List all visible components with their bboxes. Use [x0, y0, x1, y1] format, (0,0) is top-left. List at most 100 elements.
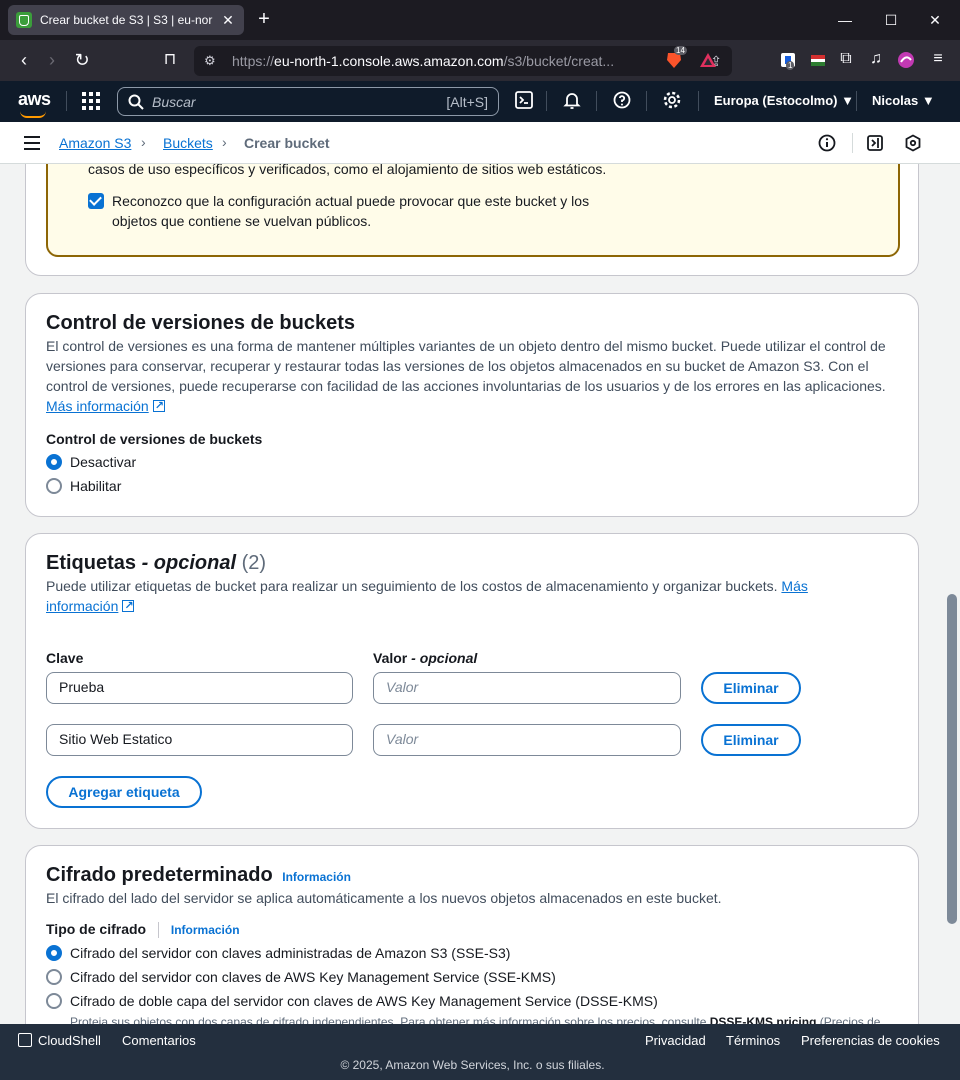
remove-tag-button[interactable]: Eliminar [701, 672, 801, 704]
encryption-title: Cifrado predeterminado Información [46, 864, 351, 886]
tag-key-label: Clave [46, 650, 84, 666]
breadcrumb-amazon-s3[interactable]: Amazon S3 [59, 135, 131, 151]
cloudshell-icon[interactable] [514, 91, 534, 111]
encryption-description: El cifrado del lado del servidor se apli… [46, 890, 722, 906]
brave-rewards-icon[interactable] [698, 50, 718, 70]
browser-tab-bar: Crear bucket de S3 | S3 | eu-nor ✕ + — ☐… [0, 0, 960, 40]
acknowledge-label: Reconozco que la configuración actual pu… [112, 193, 590, 229]
url-text: https://eu-north-1.console.aws.amazon.co… [232, 53, 615, 69]
radio-unselected[interactable] [46, 969, 62, 985]
region-selector[interactable]: Europa (Estocolmo) ▼ [714, 93, 854, 108]
search-input[interactable]: Buscar [Alt+S] [117, 87, 499, 116]
tab-title: Crear bucket de S3 | S3 | eu-nor [40, 13, 213, 27]
radio-selected[interactable] [46, 454, 62, 470]
page-scrollbar-thumb[interactable] [947, 594, 957, 924]
warning-text: casos de uso específicos y verificados, … [88, 164, 607, 177]
extensions-puzzle-icon[interactable]: ⧉ [836, 50, 856, 70]
search-shortcut: [Alt+S] [446, 93, 488, 110]
tags-description: Puede utilizar etiquetas de bucket para … [46, 576, 896, 616]
footer-cloudshell-link[interactable]: CloudShell [38, 1033, 101, 1048]
settings-gear-icon[interactable] [662, 91, 682, 111]
encryption-info-link[interactable]: Información [282, 870, 351, 884]
versioning-more-info-link[interactable]: Más información [46, 396, 165, 416]
security-settings-icon[interactable] [904, 134, 922, 155]
radio-dsse-kms[interactable]: Cifrado de doble capa del servidor con c… [46, 993, 658, 1009]
public-access-warning: casos de uso específicos y verificados, … [46, 164, 900, 257]
divider [66, 91, 67, 111]
s3-favicon-icon [16, 12, 32, 28]
footer-feedback-link[interactable]: Comentarios [122, 1033, 196, 1048]
reload-icon[interactable]: ↻ [70, 48, 94, 72]
services-grid-icon[interactable] [82, 92, 100, 110]
tag-value-input[interactable]: Valor [373, 724, 681, 756]
chevron-right-icon: › [222, 134, 227, 150]
menu-icon[interactable]: ≡ [928, 50, 948, 70]
versioning-title: Control de versiones de buckets [46, 312, 355, 334]
radio-disable-versioning[interactable]: Desactivar [46, 454, 136, 470]
profile-icon[interactable] [896, 50, 916, 70]
dsse-pricing-link[interactable]: DSSE-KMS pricing [710, 1015, 817, 1024]
encryption-type-info-link[interactable]: Información [171, 923, 240, 937]
radio-selected[interactable] [46, 945, 62, 961]
hamburger-menu-icon[interactable] [24, 136, 40, 150]
breadcrumb-current: Crear bucket [244, 135, 330, 151]
aws-top-nav: aws Buscar [Alt+S] Europa (Estocolmo) ▼ … [0, 81, 960, 122]
maximize-icon[interactable]: ☐ [868, 0, 914, 40]
footer-privacy-link[interactable]: Privacidad [645, 1033, 706, 1048]
account-menu[interactable]: Nicolas ▼ [872, 93, 935, 108]
block-public-access-card: casos de uso específicos y verificados, … [25, 164, 919, 276]
window-close-icon[interactable]: ✕ [912, 0, 958, 40]
radio-sse-kms[interactable]: Cifrado del servidor con claves de AWS K… [46, 969, 556, 985]
footer-cookies-link[interactable]: Preferencias de cookies [801, 1033, 940, 1048]
notifications-bell-icon[interactable] [562, 91, 582, 111]
cloudshell-icon [18, 1033, 32, 1047]
default-encryption-card: Cifrado predeterminado Información El ci… [25, 845, 919, 1024]
help-icon[interactable] [612, 91, 632, 111]
radio-unselected[interactable] [46, 993, 62, 1009]
footer-terms-link[interactable]: Términos [726, 1033, 780, 1048]
versioning-card: Control de versiones de buckets El contr… [25, 293, 919, 517]
back-icon[interactable]: ‹ [12, 48, 36, 72]
brave-shield-icon[interactable]: 14 [664, 46, 687, 70]
tag-key-input[interactable]: Prueba [46, 672, 353, 704]
tag-value-label: Valor - opcional [373, 650, 478, 666]
breadcrumb: Amazon S3 › Buckets › Crear bucket [0, 122, 960, 164]
forward-icon[interactable]: › [40, 48, 64, 72]
acknowledge-checkbox[interactable] [88, 193, 104, 209]
tag-value-input[interactable]: Valor [373, 672, 681, 704]
tab-close-icon[interactable]: ✕ [220, 12, 236, 29]
divider [698, 91, 699, 111]
music-icon[interactable]: ♫ [866, 50, 886, 70]
browser-tab[interactable]: Crear bucket de S3 | S3 | eu-nor ✕ [8, 5, 244, 35]
bitwarden-extension-icon[interactable]: 1 [778, 50, 798, 70]
search-placeholder: Buscar [152, 93, 196, 110]
minimize-icon[interactable]: — [822, 0, 868, 40]
tags-title: Etiquetas - opcional (2) [46, 552, 267, 574]
remove-tag-button[interactable]: Eliminar [701, 724, 801, 756]
search-icon [128, 94, 144, 110]
aws-logo[interactable]: aws [18, 89, 51, 118]
browser-nav-bar: ‹ › ↻ ⊓ ⚙ https://eu-north-1.console.aws… [0, 40, 960, 81]
site-settings-icon[interactable]: ⚙ [204, 53, 220, 69]
bookmark-icon[interactable]: ⊓ [158, 48, 182, 72]
tag-key-input[interactable]: Sitio Web Estatico [46, 724, 353, 756]
footer-copyright: © 2025, Amazon Web Services, Inc. o sus … [340, 1058, 605, 1072]
notifications-panel-icon[interactable] [866, 134, 884, 155]
dsse-note: Proteja sus objetos con dos capas de cif… [70, 1012, 900, 1024]
external-link-icon [152, 396, 165, 416]
breadcrumb-buckets[interactable]: Buckets [163, 135, 213, 151]
radio-sse-s3[interactable]: Cifrado del servidor con claves administ… [46, 945, 510, 961]
add-tag-button[interactable]: Agregar etiqueta [46, 776, 202, 808]
new-tab-button[interactable]: + [254, 8, 274, 32]
radio-unselected[interactable] [46, 478, 62, 494]
versioning-field-label: Control de versiones de buckets [46, 431, 263, 447]
radio-enable-versioning[interactable]: Habilitar [46, 478, 121, 494]
console-footer: CloudShell Comentarios Privacidad Términ… [0, 1024, 960, 1080]
info-circle-icon[interactable] [818, 134, 836, 155]
external-link-icon [122, 596, 135, 616]
divider [856, 91, 857, 111]
encryption-type-label: Tipo de cifrado Información [46, 921, 240, 939]
flag-extension-icon[interactable] [808, 50, 828, 70]
divider [546, 91, 547, 111]
address-bar[interactable]: ⚙ https://eu-north-1.console.aws.amazon.… [194, 46, 732, 76]
